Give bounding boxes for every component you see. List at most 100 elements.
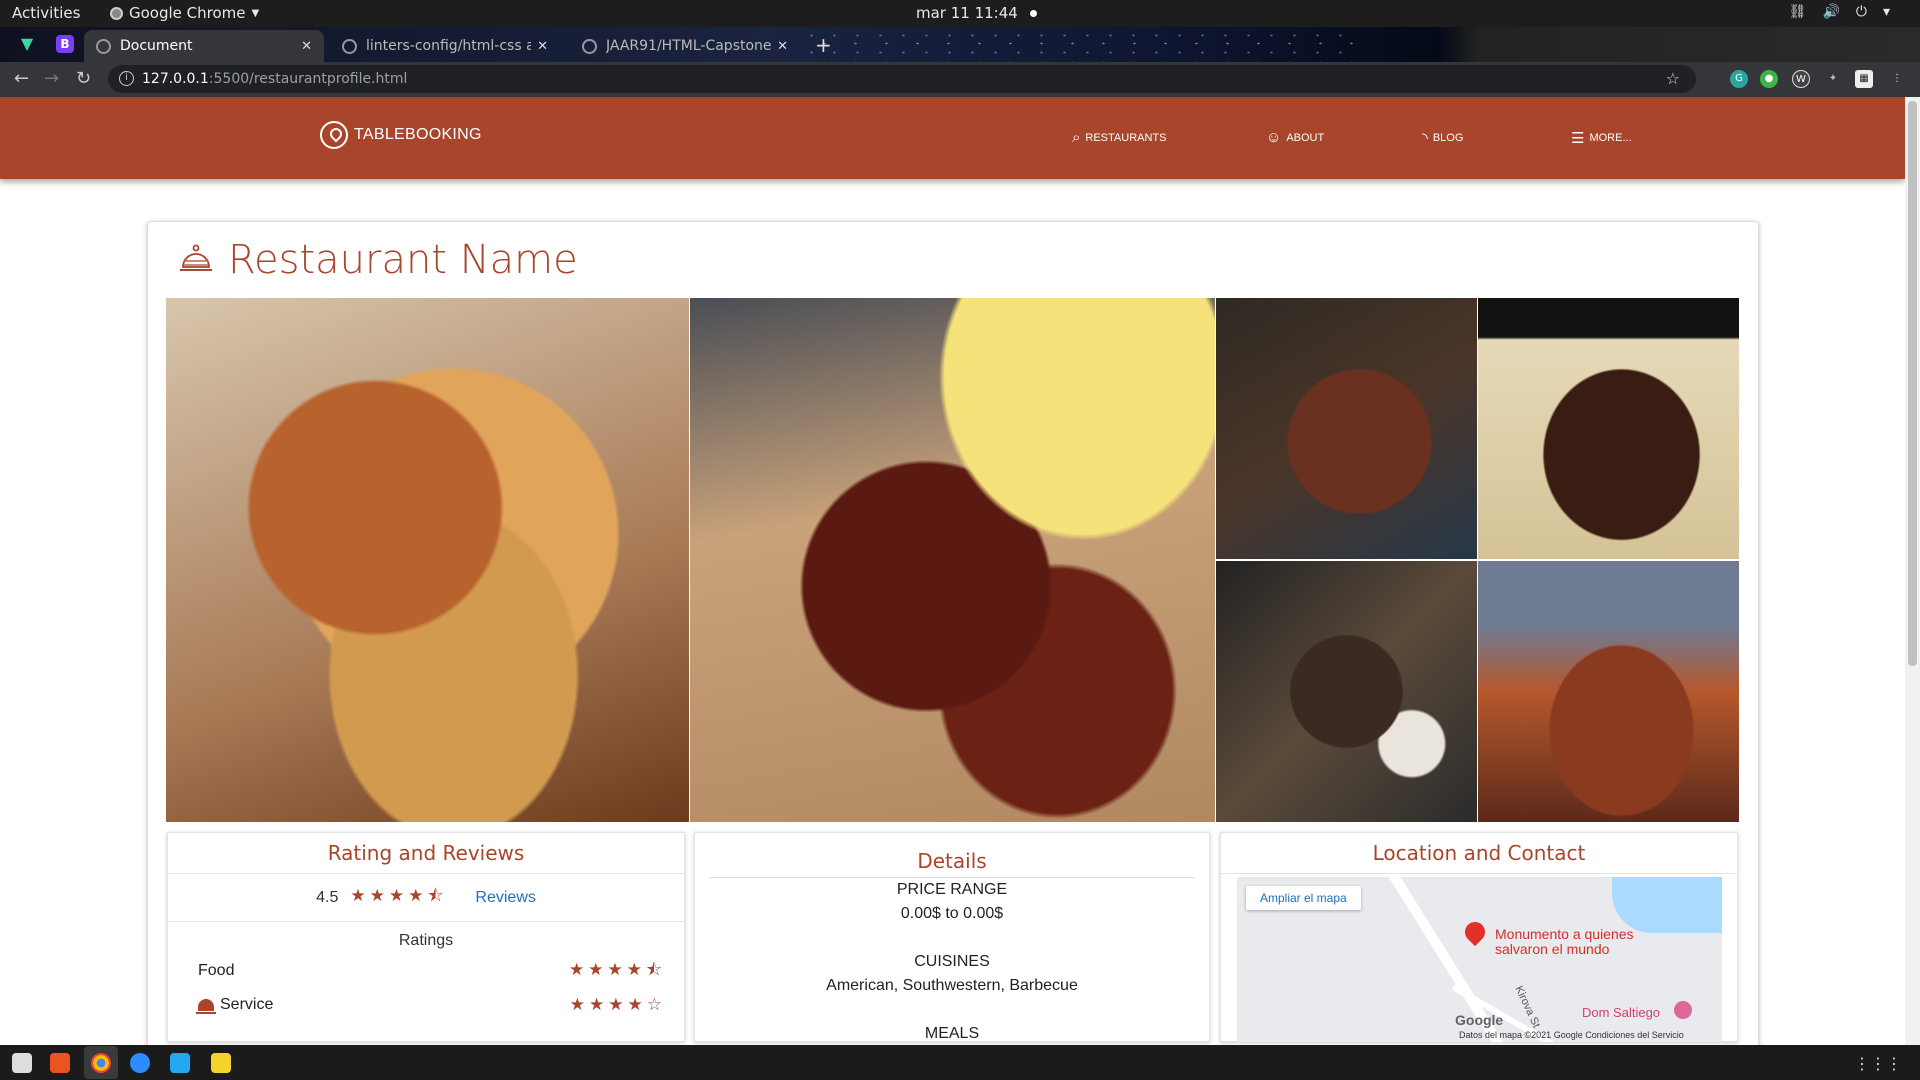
cuisines-label: CUISINES <box>914 953 990 970</box>
map-water <box>1612 877 1722 933</box>
chrome-icon[interactable] <box>91 1053 111 1073</box>
close-icon[interactable]: ✕ <box>301 39 312 54</box>
cloche-icon <box>196 999 216 1014</box>
gallery-photo-1[interactable] <box>166 298 689 822</box>
cloche-icon <box>180 244 212 271</box>
system-tray[interactable]: ⛓ 🔊 ⏻ ▾ <box>1789 4 1890 20</box>
nav-label: ABOUT <box>1286 131 1325 144</box>
power-icon: ⏻ <box>1855 4 1867 20</box>
close-icon[interactable]: ✕ <box>537 39 548 54</box>
location-panel: Location and Contact Ampliar el mapa Mon… <box>1220 832 1738 1042</box>
address-bar[interactable]: i 127.0.0.1:5500/restaurantprofile.html … <box>108 65 1696 93</box>
app-name: Google Chrome <box>129 4 246 22</box>
chevron-down-icon: ▾ <box>1882 4 1890 20</box>
chrome-icon <box>110 6 123 20</box>
software-center-icon[interactable] <box>50 1053 70 1073</box>
gallery-photo-3[interactable] <box>1216 298 1477 559</box>
info-icon[interactable]: i <box>119 71 134 86</box>
tab-document[interactable]: Document ✕ <box>84 30 324 62</box>
embedded-map[interactable]: Ampliar el mapa Monumento a quienes salv… <box>1237 877 1722 1042</box>
kebab-menu-icon[interactable]: ⋮ <box>1888 70 1906 88</box>
rating-panel: Rating and Reviews 4.5 ★★★★⯪ Reviews Rat… <box>167 832 685 1042</box>
back-icon[interactable]: ← <box>14 68 29 89</box>
tab-label: Document <box>120 38 193 54</box>
ratings-subheading: Ratings <box>398 932 454 949</box>
marker-label: Monumento a quienes salvaron el mundo <box>1495 926 1634 957</box>
service-stars: ★★★★☆ <box>569 995 666 1014</box>
new-tab-button[interactable]: + <box>815 33 832 57</box>
bookmark-star-icon[interactable]: ☆ <box>1666 65 1684 93</box>
github-icon <box>582 38 597 54</box>
nav-about[interactable]: ☺ ABOUT <box>1266 129 1324 146</box>
price-range-value: 0.00$ to 0.00$ <box>900 905 1004 922</box>
poi-icon[interactable] <box>1674 1001 1692 1019</box>
criterion-name: Service <box>196 996 274 1014</box>
nav-label: RESTAURANTS <box>1085 131 1167 144</box>
extension-green-icon[interactable]: ● <box>1760 70 1778 88</box>
clock[interactable]: mar 11 11:44 <box>916 4 1037 22</box>
map-attribution[interactable]: Datos del mapa ©2021 Google Condiciones … <box>1459 1030 1684 1040</box>
location-heading: Location and Contact <box>1221 841 1737 874</box>
scrollbar-thumb[interactable] <box>1908 101 1917 666</box>
tab-html-capstone[interactable]: JAAR91/HTML-Capstone ✕ <box>570 30 800 62</box>
reload-icon[interactable]: ↻ <box>76 68 91 89</box>
notes-icon[interactable] <box>211 1053 231 1073</box>
map-pin-icon <box>320 121 348 149</box>
vscode-icon[interactable] <box>170 1053 190 1073</box>
gallery-photo-2[interactable] <box>690 298 1215 822</box>
nav-more[interactable]: ☰ MORE... <box>1571 129 1632 147</box>
page-scrollbar[interactable] <box>1905 97 1920 1045</box>
zoom-icon[interactable] <box>130 1053 150 1073</box>
pinned-tab-bootstrap-icon[interactable]: B <box>56 35 74 53</box>
url-path: :5500/restaurantprofile.html <box>208 71 408 87</box>
meals-label: MEALS <box>924 1025 980 1042</box>
extension-w-icon[interactable]: W <box>1792 70 1810 88</box>
map-marker-icon[interactable] <box>1460 917 1490 947</box>
nav-restaurants[interactable]: ⌕ RESTAURANTS <box>1072 129 1167 146</box>
search-icon: ⌕ <box>1072 129 1081 146</box>
files-icon[interactable] <box>12 1053 32 1073</box>
show-apps-icon[interactable]: ⋮⋮⋮ <box>1854 1054 1902 1073</box>
os-top-bar: Activities Google Chrome ▼ mar 11 11:44 … <box>0 0 1920 27</box>
details-heading: Details <box>710 849 1194 878</box>
gallery-photo-6[interactable] <box>1478 561 1739 822</box>
gallery-photo-5[interactable] <box>1216 561 1477 822</box>
criterion-label: Food <box>198 962 235 979</box>
close-icon[interactable]: ✕ <box>777 39 788 54</box>
menu-icon: ☰ <box>1571 130 1585 147</box>
extension-qr-icon[interactable]: ▦ <box>1855 70 1873 88</box>
rating-heading: Rating and Reviews <box>168 841 684 874</box>
pinned-tab-vue-icon[interactable]: ▼ <box>18 35 36 53</box>
photo-gallery <box>166 298 1739 822</box>
tab-label: linters-config/html-css at <box>366 38 531 54</box>
price-range-label: PRICE RANGE <box>896 881 1008 898</box>
user-icon: ☺ <box>1266 129 1282 146</box>
globe-icon <box>96 38 111 54</box>
criterion-label: Service <box>220 996 274 1013</box>
clock-text: mar 11 11:44 <box>916 4 1018 22</box>
rss-icon: ◝ <box>1422 130 1428 147</box>
gallery-photo-4[interactable] <box>1478 298 1739 559</box>
enlarge-map-button[interactable]: Ampliar el mapa <box>1246 886 1361 910</box>
overall-rating: 4.5 ★★★★⯪ Reviews <box>168 874 684 922</box>
forward-icon[interactable]: → <box>44 68 59 89</box>
rating-food-row: Food ★★★★⯪ <box>198 958 666 984</box>
network-icon: ⛓ <box>1788 4 1807 20</box>
nav-label: BLOG <box>1432 132 1464 144</box>
poi-label[interactable]: Dom Saltiego <box>1582 1005 1660 1020</box>
notification-dot-icon <box>1029 10 1037 17</box>
brand-logo[interactable]: TABLEBOOKING <box>320 121 482 149</box>
tab-linters-config[interactable]: linters-config/html-css at ✕ <box>330 30 560 62</box>
rating-score: 4.5 <box>316 888 339 906</box>
extension-grammarly-icon[interactable]: G <box>1730 70 1748 88</box>
reviews-link[interactable]: Reviews <box>475 889 535 907</box>
url-host: 127.0.0.1 <box>142 71 209 87</box>
rating-stars: ★★★★⯪ <box>350 886 448 905</box>
extensions-puzzle-icon[interactable]: ✦ <box>1824 70 1842 88</box>
github-icon <box>342 38 357 54</box>
activities-button[interactable]: Activities <box>12 4 80 22</box>
app-menu[interactable]: Google Chrome ▼ <box>110 4 259 22</box>
nav-blog[interactable]: ◝ BLOG <box>1422 129 1463 147</box>
cuisines-value: American, Southwestern, Barbecue <box>826 977 1078 994</box>
caret-down-icon: ▼ <box>251 7 260 19</box>
